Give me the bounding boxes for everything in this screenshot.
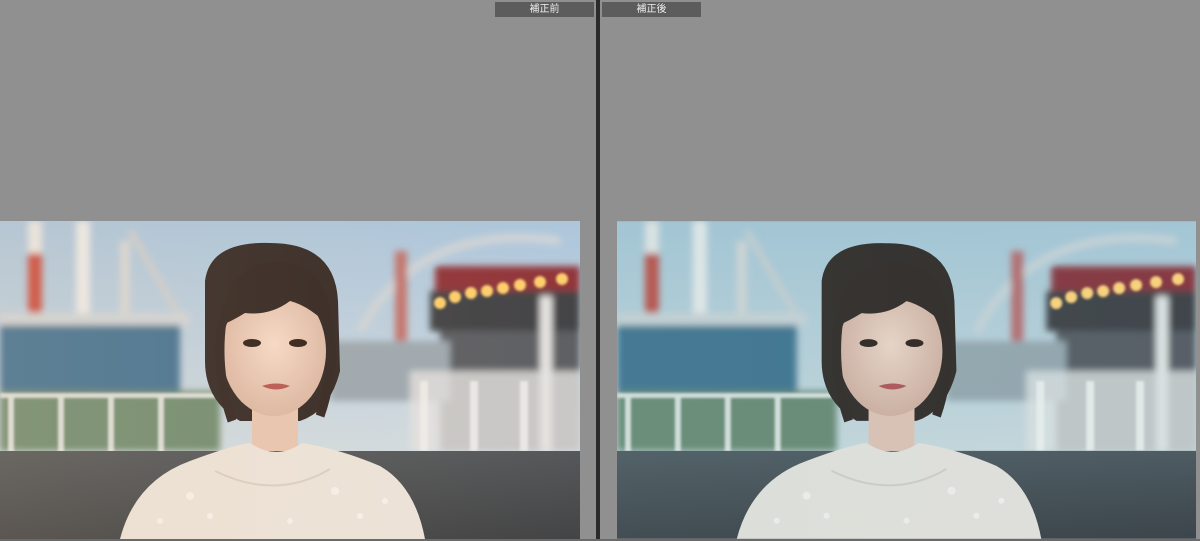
- before-photo-image: [0, 221, 580, 539]
- before-photo[interactable]: [0, 221, 580, 539]
- after-pane[interactable]: 補正後: [600, 0, 1200, 541]
- after-photo[interactable]: [617, 221, 1196, 539]
- before-pane[interactable]: 補正前: [0, 0, 596, 541]
- after-photo-image: [617, 221, 1196, 539]
- before-label: 補正前: [495, 2, 594, 17]
- after-label: 補正後: [602, 2, 701, 17]
- compare-view-window: 補正前 補正後: [0, 0, 1200, 541]
